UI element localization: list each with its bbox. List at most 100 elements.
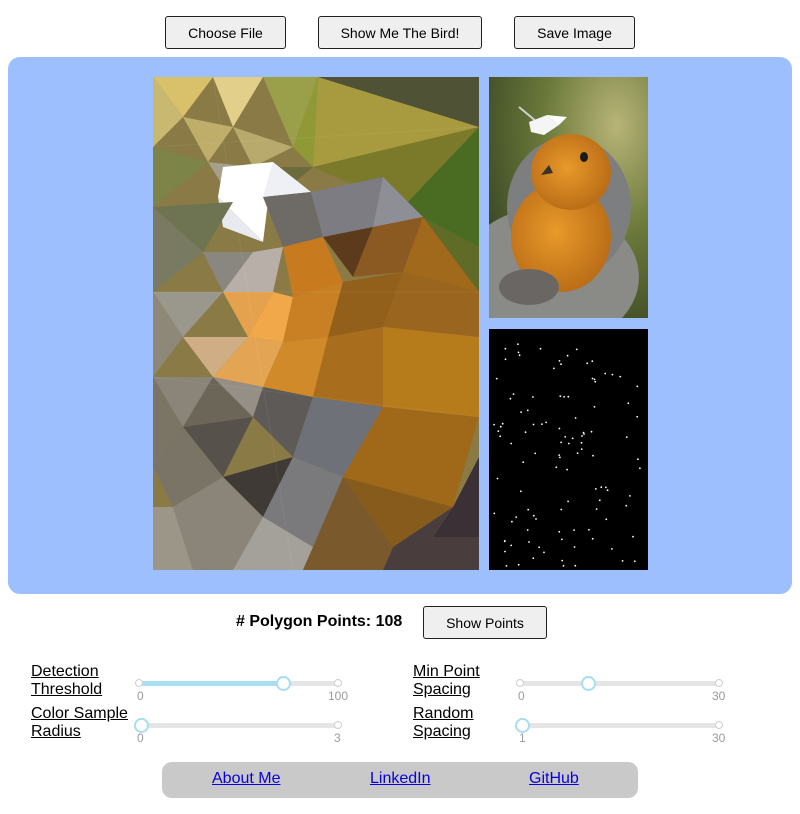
detected-point <box>625 436 628 438</box>
bird-photo <box>489 77 648 318</box>
random-spacing-end <box>715 721 723 729</box>
detected-point <box>573 529 575 531</box>
random-spacing-label: Random Spacing <box>413 705 474 740</box>
detected-point <box>496 477 499 480</box>
detected-point <box>558 360 561 362</box>
detected-point <box>567 500 569 503</box>
detected-point <box>591 537 594 540</box>
detected-point <box>586 362 589 365</box>
detected-point <box>503 540 506 543</box>
detected-point <box>632 535 634 538</box>
min-point-spacing-label: Min Point Spacing <box>413 663 480 698</box>
detected-point <box>518 354 521 357</box>
detected-point <box>532 514 535 517</box>
polygon-count: # Polygon Points: 108 <box>236 613 402 631</box>
detected-point <box>625 504 628 507</box>
detected-point <box>576 452 579 454</box>
detected-point <box>598 499 601 502</box>
detected-point <box>636 415 639 418</box>
detected-point <box>564 436 567 438</box>
detected-point <box>534 452 537 455</box>
detected-point <box>580 448 583 450</box>
detected-point <box>504 347 507 350</box>
detected-point <box>517 563 520 566</box>
random-spacing-max: 30 <box>712 731 726 745</box>
random-spacing-slider[interactable] <box>522 723 719 728</box>
min-point-spacing-end <box>715 679 723 687</box>
detected-point <box>558 454 561 456</box>
min-point-spacing-thumb[interactable] <box>580 676 596 691</box>
detected-point <box>499 435 502 438</box>
detected-point <box>541 423 543 425</box>
show-points-button[interactable]: Show Points <box>423 606 547 639</box>
detection-threshold-max: 100 <box>328 689 349 703</box>
about-me-link[interactable]: About Me <box>212 770 280 788</box>
detected-point <box>571 437 574 440</box>
color-sample-radius-slider[interactable] <box>141 723 338 728</box>
github-link[interactable]: GitHub <box>529 770 579 788</box>
detected-point <box>517 351 520 354</box>
detection-threshold-slider[interactable] <box>141 681 338 686</box>
detection-threshold-min: 0 <box>137 689 144 703</box>
detected-point <box>582 431 585 434</box>
points-preview <box>489 329 648 570</box>
detected-point <box>633 560 636 563</box>
save-image-button[interactable]: Save Image <box>514 16 635 49</box>
detected-point <box>553 367 555 370</box>
detected-point <box>627 402 630 405</box>
detected-point <box>581 435 583 437</box>
detected-point <box>512 393 515 395</box>
detected-point <box>560 441 562 444</box>
detected-point <box>595 508 598 510</box>
detected-point <box>555 466 558 469</box>
color-sample-radius-end <box>334 721 342 729</box>
min-point-spacing-slider[interactable] <box>522 681 719 686</box>
detected-point <box>519 490 522 493</box>
show-bird-button[interactable]: Show Me The Bird! <box>318 16 482 49</box>
detected-point <box>510 544 513 547</box>
color-sample-radius-max: 3 <box>334 731 341 745</box>
detected-point <box>639 467 641 470</box>
detected-point <box>566 468 568 471</box>
detected-point <box>493 423 495 426</box>
low-poly-image <box>153 77 479 570</box>
detected-point <box>526 529 529 531</box>
linkedin-link[interactable]: LinkedIn <box>370 770 431 788</box>
detected-point <box>591 377 594 380</box>
detected-point <box>611 548 613 550</box>
min-point-spacing-start <box>516 679 524 687</box>
detected-point <box>573 546 576 548</box>
detection-threshold-fill <box>141 681 283 686</box>
detected-point <box>600 486 603 489</box>
detected-point <box>592 454 594 457</box>
detected-point <box>538 546 540 549</box>
detected-point <box>580 441 583 444</box>
detected-point <box>532 396 534 398</box>
detected-point <box>590 430 593 433</box>
detected-point <box>562 565 565 567</box>
detected-point <box>515 516 518 518</box>
detected-point <box>605 486 607 489</box>
min-point-spacing-max: 30 <box>712 689 726 703</box>
random-spacing-min: 1 <box>519 731 526 745</box>
detection-threshold-end <box>334 679 342 687</box>
detected-point <box>561 559 564 562</box>
detected-point <box>611 373 614 376</box>
detected-point <box>588 528 590 531</box>
detected-point <box>593 406 596 408</box>
choose-file-button[interactable]: Choose File <box>165 16 286 49</box>
detected-point <box>621 560 624 562</box>
detected-point <box>567 442 570 445</box>
detected-point <box>520 411 522 413</box>
color-sample-radius-label: Color Sample Radius <box>31 705 128 740</box>
detected-point <box>593 378 596 381</box>
detection-threshold-thumb[interactable] <box>275 676 291 691</box>
detected-point <box>539 347 542 350</box>
detected-point <box>504 358 507 361</box>
detected-point <box>528 541 530 543</box>
detected-point <box>636 385 639 388</box>
detected-point <box>561 538 563 541</box>
detected-point <box>560 508 563 511</box>
detection-threshold-start <box>135 679 143 687</box>
detected-point <box>591 360 594 363</box>
